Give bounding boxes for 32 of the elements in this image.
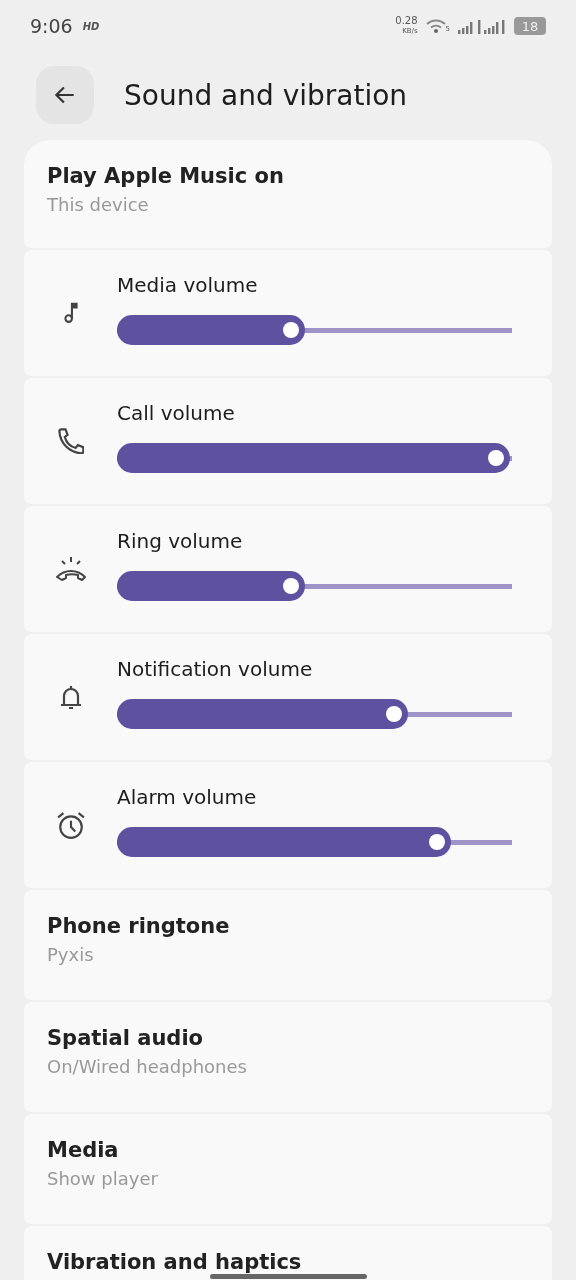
battery-icon: 18 — [514, 17, 546, 35]
item-subtitle: Show player — [47, 1168, 159, 1189]
volume-slider[interactable] — [117, 825, 512, 859]
item-title: Vibration and haptics — [47, 1250, 303, 1274]
item-title: Media — [47, 1138, 120, 1162]
phone-icon — [57, 428, 84, 454]
item-subtitle: On/Wired headphones — [47, 1056, 248, 1077]
back-button[interactable] — [36, 66, 94, 124]
hd-indicator: HD — [82, 20, 100, 32]
phone-ring-icon — [54, 556, 87, 582]
settings-item[interactable]: Spatial audio On/Wired headphones — [24, 1002, 552, 1112]
item-title: Spatial audio — [47, 1026, 205, 1050]
item-title: Play Apple Music on — [47, 164, 285, 188]
signal-icon — [458, 18, 506, 34]
bell-icon — [59, 685, 82, 709]
item-title: Phone ringtone — [47, 914, 231, 938]
clock-time: 9:06 — [30, 15, 73, 37]
settings-item[interactable]: Play Apple Music on This device — [24, 140, 552, 248]
slider-label: Call volume — [117, 401, 236, 425]
item-subtitle: Pyxis — [47, 944, 95, 965]
volume-slider[interactable] — [117, 697, 512, 731]
settings-item[interactable]: Vibration and haptics — [24, 1226, 552, 1280]
slider-label: Media volume — [117, 273, 259, 297]
settings-item[interactable]: Phone ringtone Pyxis — [24, 890, 552, 1000]
slider-label: Ring volume — [117, 529, 244, 553]
music-note-icon — [63, 302, 78, 324]
slider-label: Notification volume — [117, 657, 314, 681]
settings-item[interactable]: Media Show player — [24, 1114, 552, 1224]
alarm-clock-icon — [56, 811, 85, 839]
slider-label: Alarm volume — [117, 785, 258, 809]
page-title: Sound and vibration — [124, 78, 408, 112]
item-subtitle: This device — [47, 194, 150, 215]
